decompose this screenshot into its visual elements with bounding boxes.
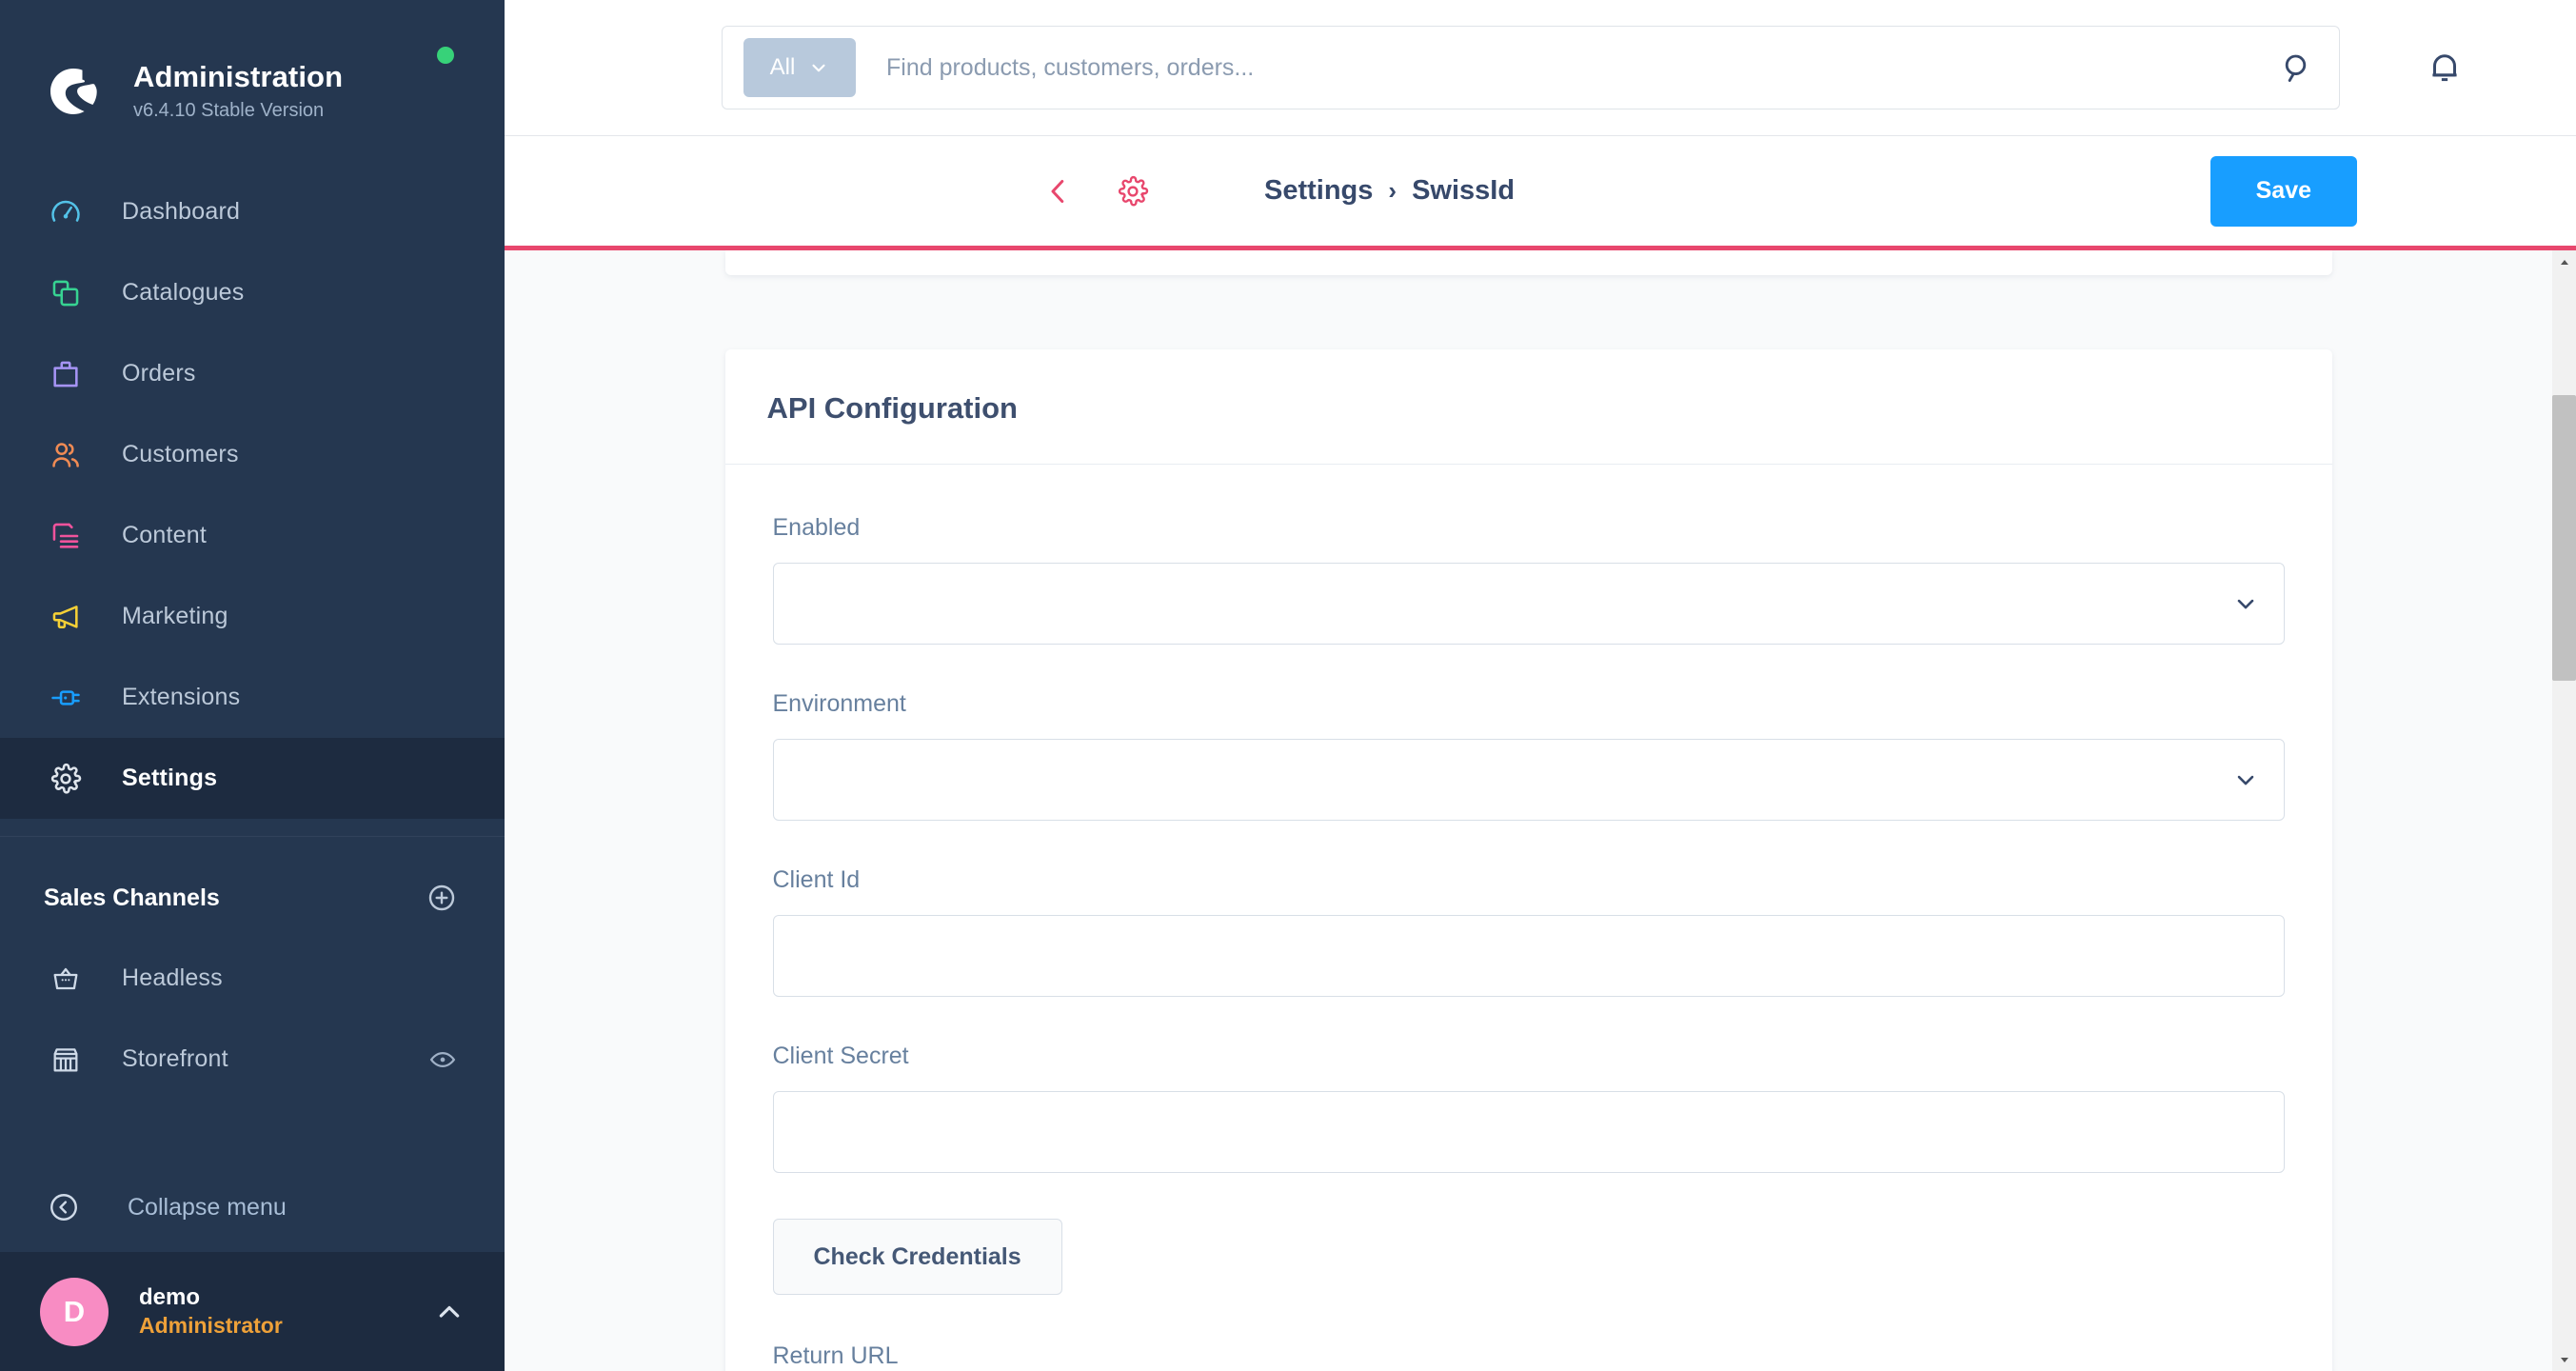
breadcrumb-separator: › (1388, 176, 1397, 205)
card-title: API Configuration (766, 391, 1018, 425)
previous-card-bottom-edge (724, 250, 2332, 275)
shopware-logo-icon (44, 62, 103, 121)
sidebar-item-catalogues[interactable]: Catalogues (0, 252, 505, 333)
main-area: All Find products, customers, orders... … (505, 0, 2576, 1371)
sidebar-item-extensions[interactable]: Extensions (0, 657, 505, 738)
search-scope-selector[interactable]: All (743, 38, 856, 97)
user-name: demo (139, 1283, 201, 1310)
scrollbar-thumb[interactable] (2552, 395, 2576, 681)
field-enabled: Enabled (772, 514, 2285, 645)
app-version: v6.4.10 Stable Version (133, 100, 325, 122)
vertical-scrollbar[interactable] (2552, 250, 2576, 1371)
sidebar-item-headless[interactable]: Headless (0, 938, 505, 1019)
people-icon (44, 433, 88, 477)
sidebar-item-label: Storefront (122, 1045, 228, 1072)
basket-icon (44, 957, 88, 1001)
breadcrumb: Settings › SwissId (1264, 175, 1515, 207)
client-id-input[interactable] (772, 915, 2285, 997)
gear-icon (44, 757, 88, 801)
smart-bar: Settings › SwissId Save (505, 136, 2576, 246)
field-return-url: Return URL (773, 1342, 2285, 1371)
user-role: Administrator (139, 1312, 283, 1338)
collapse-left-circle-icon (48, 1191, 80, 1223)
sidebar-item-label: Customers (122, 441, 239, 467)
field-label: Client Secret (772, 1043, 909, 1069)
app-title: Administration (133, 59, 344, 93)
content-inner: API Configuration Enabled Environment Cl… (505, 250, 2552, 1371)
megaphone-icon (44, 595, 88, 639)
top-bar: All (505, 0, 2576, 136)
sidebar-item-settings[interactable]: Settings (0, 738, 505, 819)
sidebar-item-label: Extensions (122, 684, 241, 710)
chevron-down-icon (808, 57, 829, 78)
plug-icon (44, 676, 88, 720)
app-root: Administration v6.4.10 Stable Version Da… (0, 0, 2576, 1371)
search-icon[interactable] (2280, 50, 2314, 85)
breadcrumb-parent[interactable]: Settings (1264, 175, 1373, 207)
field-label: Client Id (772, 866, 861, 893)
storefront-icon (44, 1038, 88, 1082)
field-client-secret: Client Secret (772, 1043, 2285, 1173)
sidebar-item-label: Content (122, 522, 207, 548)
field-environment: Environment (772, 690, 2285, 821)
field-label: Environment (772, 690, 906, 717)
api-configuration-card: API Configuration Enabled Environment Cl… (724, 349, 2332, 1371)
sidebar-item-label: Dashboard (122, 198, 241, 225)
collapse-menu-button[interactable]: Collapse menu (0, 1166, 505, 1248)
gear-icon[interactable] (1112, 170, 1154, 212)
sidebar-item-customers[interactable]: Customers (0, 414, 505, 495)
global-search[interactable]: All (722, 26, 2340, 109)
chevron-up-icon[interactable] (434, 1297, 465, 1327)
eye-icon[interactable] (428, 1045, 457, 1074)
sidebar-item-label: Headless (122, 964, 223, 991)
sidebar-item-label: Settings (122, 765, 218, 791)
sidebar-item-orders[interactable]: Orders (0, 333, 505, 414)
save-button[interactable]: Save (2209, 155, 2357, 227)
sidebar-item-content[interactable]: Content (0, 495, 505, 576)
content-layout-icon (44, 514, 88, 558)
sales-channels-title: Sales Channels (44, 884, 220, 911)
content-scroll-area: API Configuration Enabled Environment Cl… (505, 250, 2576, 1371)
client-secret-input[interactable] (772, 1091, 2285, 1173)
card-header: API Configuration (724, 349, 2332, 465)
plus-circle-icon[interactable] (426, 883, 457, 913)
sidebar-brand[interactable]: Administration v6.4.10 Stable Version (0, 0, 505, 143)
stacked-squares-icon (44, 271, 88, 315)
scroll-up-arrow-icon[interactable] (2552, 250, 2576, 274)
sidebar-item-label: Orders (122, 360, 196, 387)
field-client-id: Client Id (772, 866, 2285, 997)
sidebar: Administration v6.4.10 Stable Version Da… (0, 0, 505, 1371)
sidebar-item-dashboard[interactable]: Dashboard (0, 171, 505, 252)
card-body: Enabled Environment Client Id Client Sec… (725, 465, 2332, 1371)
bell-icon[interactable] (2416, 39, 2473, 96)
sidebar-item-label: Marketing (122, 603, 228, 629)
environment-select[interactable] (772, 739, 2285, 821)
shopping-bag-icon (44, 352, 88, 396)
scroll-down-arrow-icon[interactable] (2552, 1347, 2576, 1371)
user-meta: demo Administrator (139, 1283, 434, 1341)
avatar: D (40, 1277, 109, 1346)
field-label: Enabled (772, 514, 861, 541)
sales-channels-header: Sales Channels (0, 837, 505, 938)
sidebar-item-marketing[interactable]: Marketing (0, 576, 505, 657)
breadcrumb-current: SwissId (1412, 175, 1516, 206)
chevron-left-icon[interactable] (1038, 170, 1080, 212)
speedometer-icon (44, 190, 88, 234)
chevron-down-icon (2232, 766, 2259, 793)
collapse-menu-label: Collapse menu (128, 1193, 287, 1221)
status-dot-online (437, 47, 454, 64)
user-profile-bar[interactable]: D demo Administrator (0, 1252, 505, 1371)
enabled-select[interactable] (772, 563, 2285, 645)
main-navigation: Dashboard Catalogues Orders Customers Co… (0, 171, 505, 819)
search-input[interactable] (886, 53, 2280, 82)
sidebar-item-storefront[interactable]: Storefront (0, 1019, 505, 1100)
search-scope-label: All (769, 54, 796, 80)
chevron-down-icon (2232, 590, 2259, 617)
check-credentials-button[interactable]: Check Credentials (772, 1219, 1062, 1295)
sidebar-item-label: Catalogues (122, 279, 245, 306)
field-label: Return URL (772, 1342, 899, 1369)
